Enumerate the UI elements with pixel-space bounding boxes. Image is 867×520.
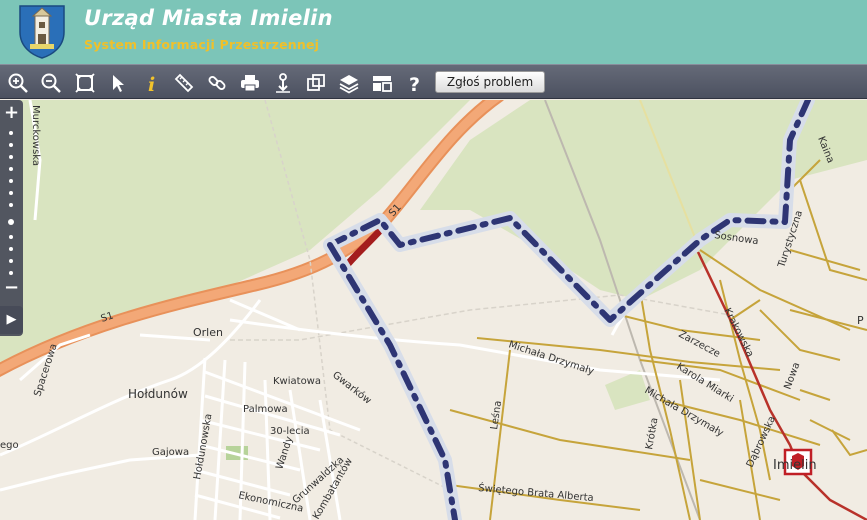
- layout-icon[interactable]: [368, 69, 395, 96]
- zoom-level-dot[interactable]: [9, 131, 13, 135]
- panel-toggle-button[interactable]: ▶: [0, 306, 23, 334]
- help-icon[interactable]: ?: [401, 69, 428, 96]
- app-subtitle: System Informacji Przestrzennej: [84, 37, 320, 52]
- zoom-level-dot[interactable]: [9, 203, 13, 207]
- label-p: P: [857, 314, 864, 327]
- label-orlen: Orlen: [193, 326, 223, 339]
- label-30-lecia: 30-lecia: [270, 426, 310, 437]
- header-bar: Urząd Miasta Imielin System Informacji P…: [0, 0, 867, 64]
- label-kwiatowa: Kwiatowa: [273, 376, 321, 387]
- report-problem-button[interactable]: Zgłoś problem: [435, 71, 545, 93]
- coat-of-arms-logo: [16, 2, 68, 60]
- zoom-in-button[interactable]: +: [2, 103, 21, 122]
- download-icon[interactable]: [269, 69, 296, 96]
- zoom-extent-icon[interactable]: [71, 69, 98, 96]
- toolbar: i ? Zgłoś problem: [0, 64, 867, 99]
- label-edge: ego: [0, 440, 19, 451]
- label-palmowa: Palmowa: [243, 404, 288, 415]
- zoom-level-dot[interactable]: [9, 179, 13, 183]
- zoom-level-dot[interactable]: [9, 247, 13, 251]
- map-canvas[interactable]: Murckowska S1 S1 Orlen Spacerowa Hołdunó…: [0, 100, 867, 520]
- map-base: Murckowska S1 S1 Orlen Spacerowa Hołdunó…: [0, 100, 867, 520]
- measure-icon[interactable]: [170, 69, 197, 96]
- zoom-level-dot[interactable]: [9, 271, 13, 275]
- zoom-level-dot[interactable]: [9, 191, 13, 195]
- app-title: Urząd Miasta Imielin: [84, 6, 333, 30]
- overview-icon[interactable]: [302, 69, 329, 96]
- zoom-level-dot[interactable]: [9, 259, 13, 263]
- zoom-bar: + −: [0, 100, 23, 336]
- zoom-level-dot[interactable]: [9, 143, 13, 147]
- zoom-level-dot[interactable]: [9, 235, 13, 239]
- zoom-slider-handle[interactable]: [8, 219, 14, 225]
- zoom-out-icon[interactable]: [37, 69, 64, 96]
- zoom-out-button[interactable]: −: [2, 278, 21, 297]
- label-imielin-town: Imielin: [773, 458, 817, 473]
- label-gajowa: Gajowa: [152, 447, 189, 458]
- print-icon[interactable]: [236, 69, 263, 96]
- layers-icon[interactable]: [335, 69, 362, 96]
- gis-app: Urząd Miasta Imielin System Informacji P…: [0, 0, 867, 520]
- label-murckowska: Murckowska: [30, 105, 41, 166]
- pointer-icon[interactable]: [104, 69, 131, 96]
- label-holdunow: Hołdunów: [128, 387, 188, 401]
- svg-text:i: i: [148, 74, 155, 94]
- svg-text:?: ?: [409, 74, 420, 94]
- zoom-in-icon[interactable]: [4, 69, 31, 96]
- link-icon[interactable]: [203, 69, 230, 96]
- info-icon[interactable]: i: [137, 69, 164, 96]
- zoom-level-dot[interactable]: [9, 155, 13, 159]
- zoom-level-dot[interactable]: [9, 167, 13, 171]
